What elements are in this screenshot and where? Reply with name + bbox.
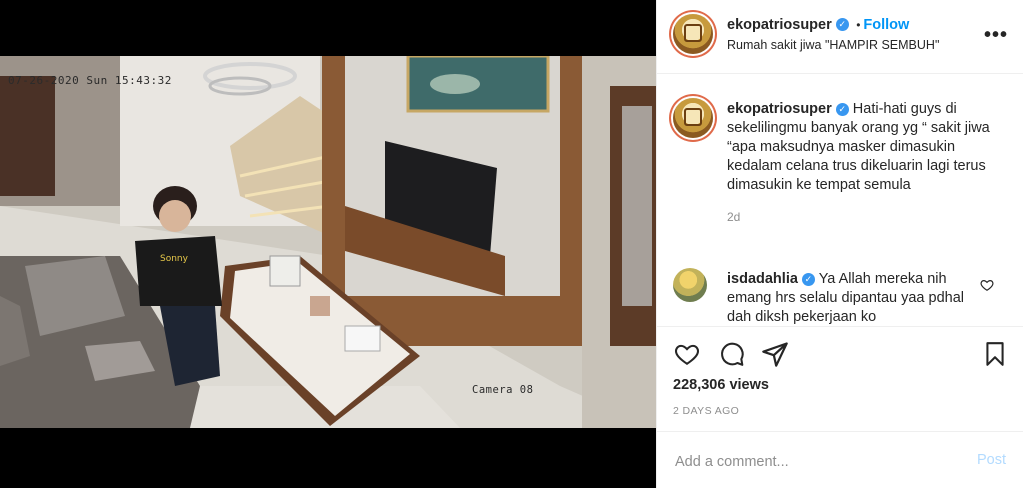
- comments-list[interactable]: ekopatriosuper ✓ Hati-hati guys di sekeli…: [657, 74, 1023, 326]
- more-options-icon[interactable]: •••: [984, 24, 1008, 47]
- camera-label: Camera 08: [472, 384, 534, 396]
- comment-item: isdadahlia ✓ Ya Allah mereka nih emang hr…: [727, 270, 977, 326]
- comment-icon[interactable]: [718, 341, 746, 367]
- caption-username[interactable]: ekopatriosuper: [727, 101, 832, 117]
- post-actions: 228,306 views 2 DAYS AGO: [657, 326, 1023, 432]
- cctv-timestamp: 07-26-2020 Sun 15:43:32: [8, 74, 172, 87]
- verified-badge-icon: ✓: [835, 102, 849, 116]
- follow-separator: •: [856, 18, 861, 32]
- avatar[interactable]: [673, 14, 713, 54]
- verified-badge-icon: ✓: [801, 272, 815, 286]
- comment-text-line: isdadahlia ✓ Ya Allah mereka nih emang hr…: [727, 270, 977, 326]
- commenter-avatar[interactable]: [673, 268, 707, 302]
- post-header: ekopatriosuper ✓ • Follow Rumah sakit jiwa…: [657, 0, 1023, 74]
- caption-text-line: ekopatriosuper ✓ Hati-hati guys di sekeli…: [727, 100, 1002, 195]
- caption-age[interactable]: 2d: [727, 210, 1002, 224]
- caption-block: ekopatriosuper ✓ Hati-hati guys di sekeli…: [727, 100, 1002, 224]
- verified-badge-icon: ✓: [835, 18, 849, 32]
- header-username[interactable]: ekopatriosuper: [727, 17, 832, 33]
- comment-like-heart-icon[interactable]: [980, 278, 994, 292]
- add-comment-bar: Post: [657, 431, 1023, 489]
- share-icon[interactable]: [761, 340, 789, 368]
- post-comment-button[interactable]: Post: [977, 452, 1006, 468]
- follow-button[interactable]: Follow: [863, 17, 909, 33]
- post-date[interactable]: 2 DAYS AGO: [673, 405, 739, 417]
- header-user-line: ekopatriosuper ✓ • Follow: [727, 16, 909, 34]
- comment-input[interactable]: [673, 450, 967, 474]
- comment-username[interactable]: isdadahlia: [727, 271, 798, 287]
- shirt-print-text: Sonny: [160, 254, 189, 264]
- cctv-video-frame[interactable]: Sonny 07-26-2020 Sun 15:43:32 Camera 08: [0, 56, 656, 428]
- caption-avatar[interactable]: [673, 98, 713, 138]
- bookmark-icon[interactable]: [982, 340, 1008, 368]
- cctv-scene-image: Sonny: [0, 56, 656, 428]
- post-side-panel: ekopatriosuper ✓ • Follow Rumah sakit jiwa…: [656, 0, 1023, 488]
- post-media[interactable]: Sonny 07-26-2020 Sun 15:43:32 Camera 08: [0, 0, 656, 488]
- views-count[interactable]: 228,306 views: [673, 377, 769, 393]
- heart-icon[interactable]: [673, 341, 701, 367]
- post-location[interactable]: Rumah sakit jiwa "HAMPIR SEMBUH": [727, 38, 939, 52]
